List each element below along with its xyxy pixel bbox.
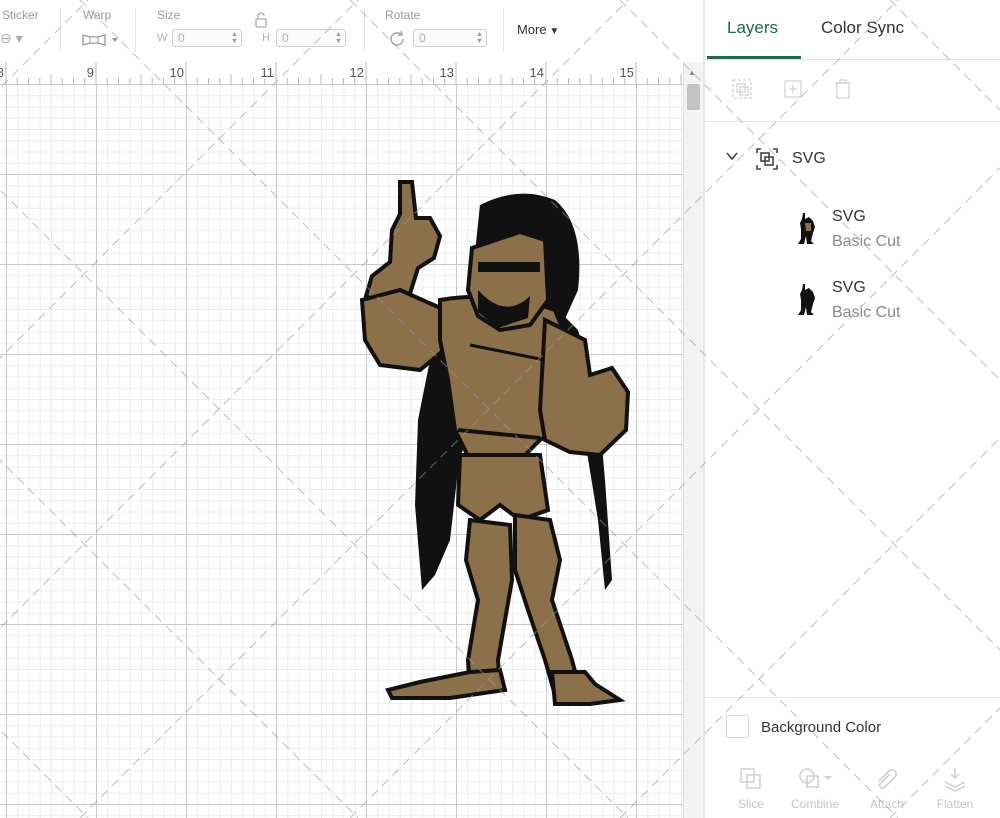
- warp-button[interactable]: [82, 32, 122, 53]
- group-name: SVG: [792, 150, 826, 167]
- rotate-value: 0: [419, 31, 426, 45]
- attach-button[interactable]: Attach: [859, 762, 915, 812]
- knight-right-leg: [513, 512, 583, 698]
- more-button[interactable]: More ▼: [517, 22, 559, 37]
- duplicate-icon: [784, 80, 802, 98]
- height-label: H: [262, 32, 270, 44]
- layer-name: SVG: [832, 279, 866, 296]
- knight-mascot-image[interactable]: [0, 84, 683, 818]
- ruler-label: 12: [350, 65, 364, 80]
- caret-down-icon: ▼: [546, 26, 560, 37]
- paperclip-icon: [878, 768, 898, 790]
- more-label: More: [517, 22, 547, 37]
- layer-name: SVG: [832, 208, 866, 225]
- scroll-up-arrow-icon[interactable]: ▲: [688, 68, 696, 77]
- combine-label: Combine: [790, 797, 840, 811]
- knight-left-leg: [463, 517, 515, 697]
- rotate-label: Rotate: [385, 8, 421, 22]
- width-value: 0: [178, 31, 185, 45]
- rotate-stepper[interactable]: ▲ ▼: [475, 31, 484, 45]
- rotate-input[interactable]: 0 ▲ ▼: [413, 29, 487, 47]
- background-color-label: Background Color: [761, 719, 882, 736]
- size-label: Size: [157, 8, 181, 22]
- layer-group-row[interactable]: SVG: [705, 140, 1000, 180]
- knight-shoulder: [359, 287, 453, 373]
- sticker-label: Sticker: [2, 8, 39, 22]
- slice-icon: [740, 768, 761, 789]
- delete-button[interactable]: [832, 78, 854, 100]
- combine-button[interactable]: Combine: [787, 762, 843, 812]
- warp-icon: [82, 34, 118, 46]
- flatten-button[interactable]: Flatten: [927, 762, 983, 812]
- layer-thumbnail-icon: [797, 282, 817, 321]
- toolbar-divider: [503, 8, 504, 52]
- canvas-vertical-scrollbar[interactable]: ▲: [683, 62, 703, 818]
- lock-icon: [255, 12, 267, 28]
- ruler-label: 11: [261, 65, 275, 80]
- ruler-ticks: 8 9 10 11 12 13 14 15: [0, 62, 682, 84]
- group-button[interactable]: [731, 78, 753, 100]
- toolbar-divider: [364, 8, 365, 52]
- ruler-label: 10: [170, 65, 184, 80]
- flatten-label: Flatten: [936, 797, 974, 811]
- height-input[interactable]: 0 ▲ ▼: [276, 29, 346, 47]
- layer-item[interactable]: SVG Basic Cut: [705, 276, 1000, 332]
- ruler-label: 14: [530, 65, 544, 80]
- layer-thumbnail-icon: [797, 211, 817, 250]
- rotate-icon: [390, 30, 404, 46]
- horizontal-ruler: 8 9 10 11 12 13 14 15: [0, 62, 683, 85]
- slice-button[interactable]: Slice: [723, 762, 779, 812]
- rotate-button[interactable]: [386, 28, 408, 55]
- width-label: W: [157, 32, 168, 44]
- background-color-swatch[interactable]: [726, 715, 749, 738]
- slice-label: Slice: [737, 797, 764, 811]
- knight-right-foot: [549, 670, 626, 706]
- layer-operation-type: Basic Cut: [832, 304, 901, 321]
- knight-tassets: [455, 453, 551, 523]
- toolbar-divider: [60, 8, 61, 52]
- scrollbar-thumb[interactable]: [687, 84, 700, 110]
- group-layer-icon: [755, 147, 779, 176]
- ruler-label: 13: [440, 65, 454, 80]
- height-value: 0: [282, 31, 289, 45]
- width-input[interactable]: 0 ▲ ▼: [172, 29, 242, 47]
- sticker-dropdown[interactable]: ⊖ ▾: [0, 30, 23, 47]
- toolbar-divider: [135, 8, 136, 52]
- layers-panel: Layers Color Sync SVG SVG Basic Cut SVG …: [705, 0, 1000, 818]
- layers-toolbar-divider: [705, 121, 1000, 122]
- knight-hip-arm: [537, 316, 631, 458]
- edit-toolbar: Sticker ⊖ ▾ Warp Size W 0 ▲ ▼ H 0 ▲ ▼ Rota…: [0, 0, 703, 63]
- width-stepper[interactable]: ▲ ▼: [230, 31, 239, 45]
- ruler-label: 8: [0, 65, 4, 80]
- height-stepper[interactable]: ▲ ▼: [334, 31, 343, 45]
- ruler-label: 9: [87, 65, 94, 80]
- lock-proportions-button[interactable]: [254, 12, 268, 33]
- layer-item[interactable]: SVG Basic Cut: [705, 205, 1000, 261]
- trash-icon: [835, 79, 851, 99]
- group-icon: [732, 79, 752, 99]
- chevron-down-icon[interactable]: [725, 149, 739, 168]
- duplicate-button[interactable]: [782, 78, 804, 100]
- panel-bottom-divider: [705, 697, 1000, 698]
- warp-label: Warp: [83, 8, 112, 22]
- tab-layers[interactable]: Layers: [727, 18, 778, 38]
- layer-operation-type: Basic Cut: [832, 233, 901, 250]
- flatten-icon: [944, 768, 966, 792]
- tab-color-sync[interactable]: Color Sync: [821, 18, 904, 38]
- knight-left-foot: [385, 667, 508, 700]
- combine-icon: [799, 768, 832, 788]
- attach-label: Attach: [869, 797, 905, 811]
- design-canvas[interactable]: [0, 84, 683, 818]
- ruler-label: 15: [620, 65, 634, 80]
- tabs-divider: [705, 59, 1000, 60]
